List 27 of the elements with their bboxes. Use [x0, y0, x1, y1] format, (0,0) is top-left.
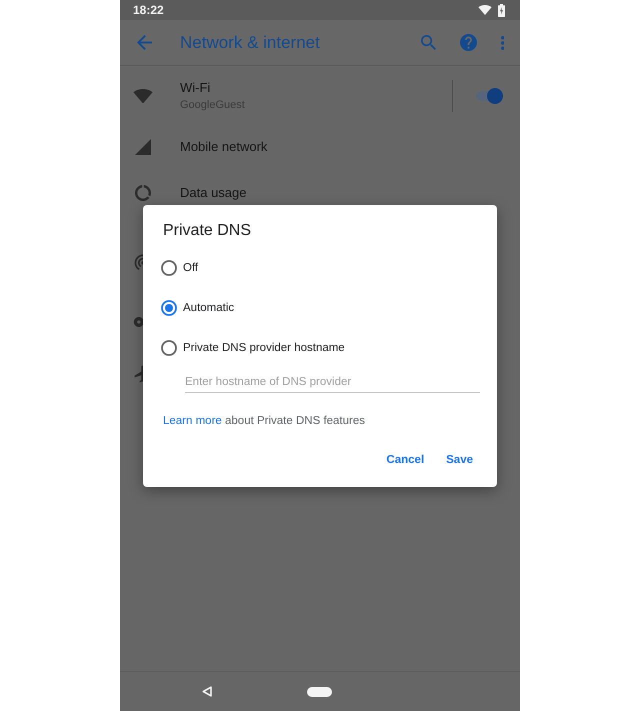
- hostname-input-field[interactable]: Enter hostname of DNS provider: [185, 372, 480, 393]
- wifi-toggle[interactable]: [476, 88, 503, 104]
- wifi-signal-icon: [478, 5, 492, 15]
- hotspot-icon: [133, 252, 143, 272]
- radio-option[interactable]: Private DNS provider hostname: [161, 328, 345, 368]
- learn-more-link[interactable]: Learn more: [163, 415, 222, 427]
- radio-icon[interactable]: [161, 260, 177, 276]
- dialog-title: Private DNS: [163, 221, 252, 241]
- radio-option[interactable]: Off: [161, 248, 198, 288]
- wifi-icon: [133, 88, 153, 104]
- radio-icon[interactable]: [161, 300, 177, 316]
- data-usage-icon: [135, 185, 151, 201]
- back-triangle-icon[interactable]: [202, 686, 212, 697]
- cancel-button[interactable]: Cancel: [378, 445, 432, 475]
- setting-title[interactable]: Wi-Fi: [180, 80, 210, 96]
- home-pill-icon[interactable]: [307, 686, 332, 696]
- radio-icon[interactable]: [161, 340, 177, 356]
- learn-more-note: Learn more about Private DNS features: [163, 414, 365, 428]
- radio-option[interactable]: Automatic: [161, 288, 234, 328]
- setting-title[interactable]: Data usage: [180, 185, 246, 201]
- cell-signal-icon: [135, 139, 151, 155]
- save-button[interactable]: Save: [438, 445, 481, 475]
- battery-icon: [498, 4, 505, 16]
- screen-title: Network & internet: [180, 32, 321, 52]
- airplane-icon: [133, 364, 143, 384]
- setting-title[interactable]: Mobile network: [180, 139, 268, 155]
- status-time: 18:22: [133, 3, 164, 17]
